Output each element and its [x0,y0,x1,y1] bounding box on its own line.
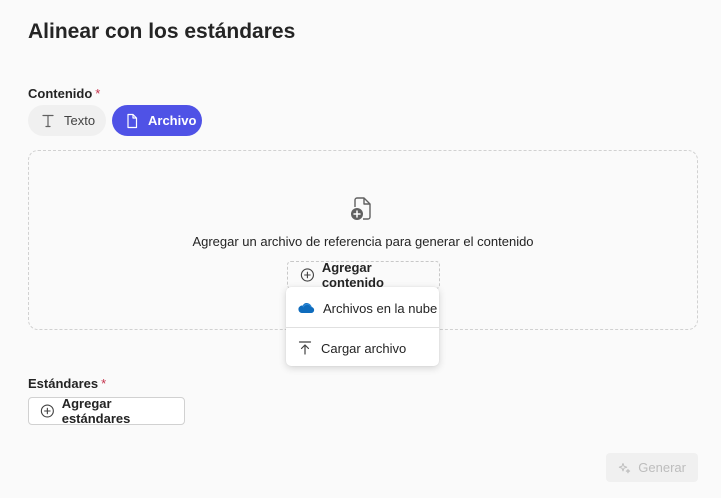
menu-item-cloud-files-label: Archivos en la nube [323,300,438,316]
generate-button[interactable]: Generar [606,453,698,482]
standards-label-text: Estándares [28,376,99,391]
menu-item-cloud-files[interactable]: Archivos en la nube [286,290,439,326]
content-label: Contenido * [28,86,100,101]
required-mark: * [101,376,107,391]
file-option-label: Archivo [148,113,197,128]
cloud-icon [298,303,315,314]
add-standards-label: Agregar estándares [61,396,131,426]
menu-item-upload-file-label: Cargar archivo [321,340,407,356]
sparkle-icon [618,462,631,473]
text-option-label: Texto [64,113,96,128]
add-standards-button[interactable]: Agregar estándares [28,396,185,426]
page-title: Alinear con los estándares [28,20,296,43]
generate-label: Generar [638,460,686,475]
add-content-menu: Archivos en la nube Cargar archivo [286,287,439,366]
add-content-button[interactable]: Agregar contenido [287,260,440,290]
text-icon [42,114,54,127]
content-label-text: Contenido [28,86,93,101]
menu-divider [286,327,439,328]
add-circle-icon [300,268,314,282]
document-add-icon [351,197,371,220]
content-type-toggle: Texto Archivo [28,105,202,136]
add-circle-icon [40,404,54,418]
text-option-button[interactable]: Texto [28,105,106,136]
file-option-button[interactable]: Archivo [112,105,202,136]
document-icon [127,113,138,128]
standards-label: Estándares * [28,376,106,391]
required-mark: * [95,86,101,101]
add-content-label: Agregar contenido [321,260,384,290]
dropzone-instruction: Agregar un archivo de referencia para ge… [192,234,534,249]
menu-item-upload-file[interactable]: Cargar archivo [286,330,439,366]
upload-icon [298,341,312,355]
